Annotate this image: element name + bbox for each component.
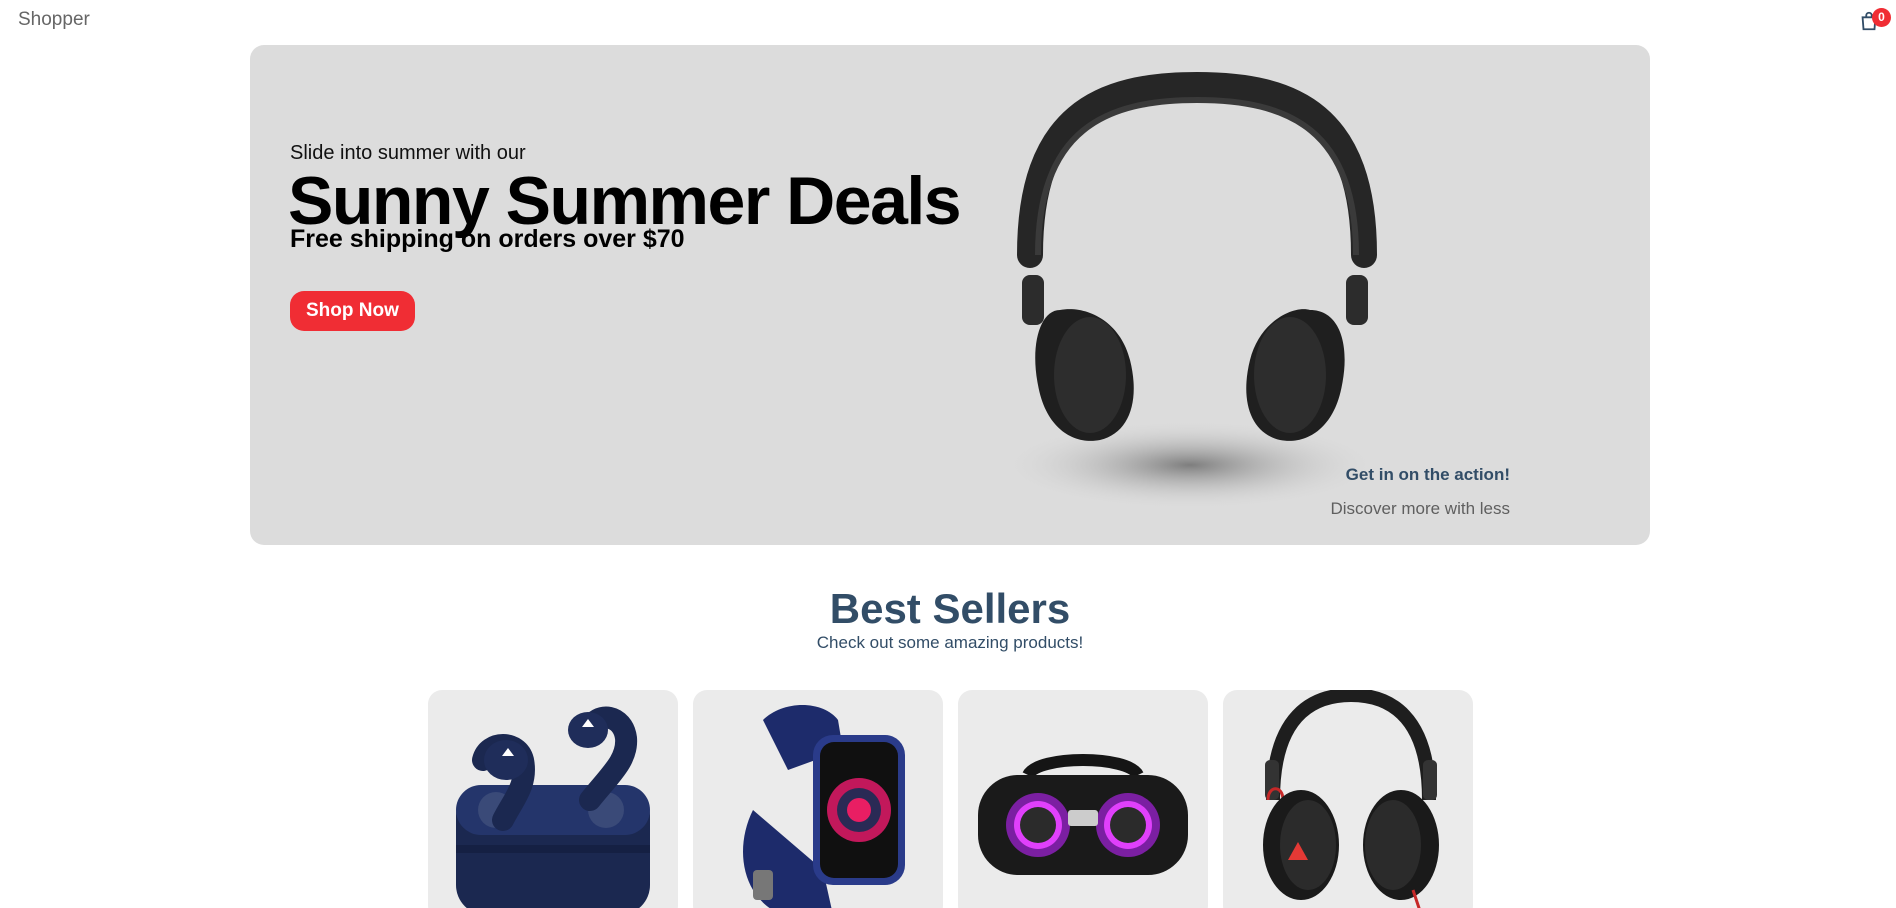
hero-description: Get in on the action! Discover more with… — [1331, 465, 1511, 519]
hero-subtitle: Free shipping on orders over $70 — [290, 225, 685, 253]
navbar: Shopper 0 — [0, 0, 1896, 40]
shop-now-button[interactable]: Shop Now — [290, 291, 415, 331]
cart-count-badge: 0 — [1872, 8, 1891, 27]
earbuds-icon — [456, 706, 650, 908]
headphones-icon — [1000, 71, 1380, 510]
hero-banner: Slide into summer with our Sunny Summer … — [250, 45, 1650, 545]
section-subtitle: Check out some amazing products! — [816, 633, 1084, 652]
hero-desc-text: Discover more with less — [1330, 499, 1511, 518]
product-card[interactable] — [693, 690, 943, 908]
product-card[interactable] — [1223, 690, 1473, 908]
hero-desc-title: Get in on the action! — [1345, 465, 1510, 484]
section-title: Best Sellers — [829, 585, 1071, 632]
headphones-icon — [1263, 690, 1439, 908]
speaker-icon — [978, 754, 1188, 875]
best-sellers-heading: Best Sellers Check out some amazing prod… — [0, 585, 1896, 653]
product-card[interactable] — [958, 690, 1208, 908]
product-card[interactable] — [428, 690, 678, 908]
smartwatch-icon — [743, 705, 905, 908]
logo[interactable]: Shopper — [18, 9, 90, 31]
cart-button[interactable]: 0 — [1858, 8, 1891, 34]
